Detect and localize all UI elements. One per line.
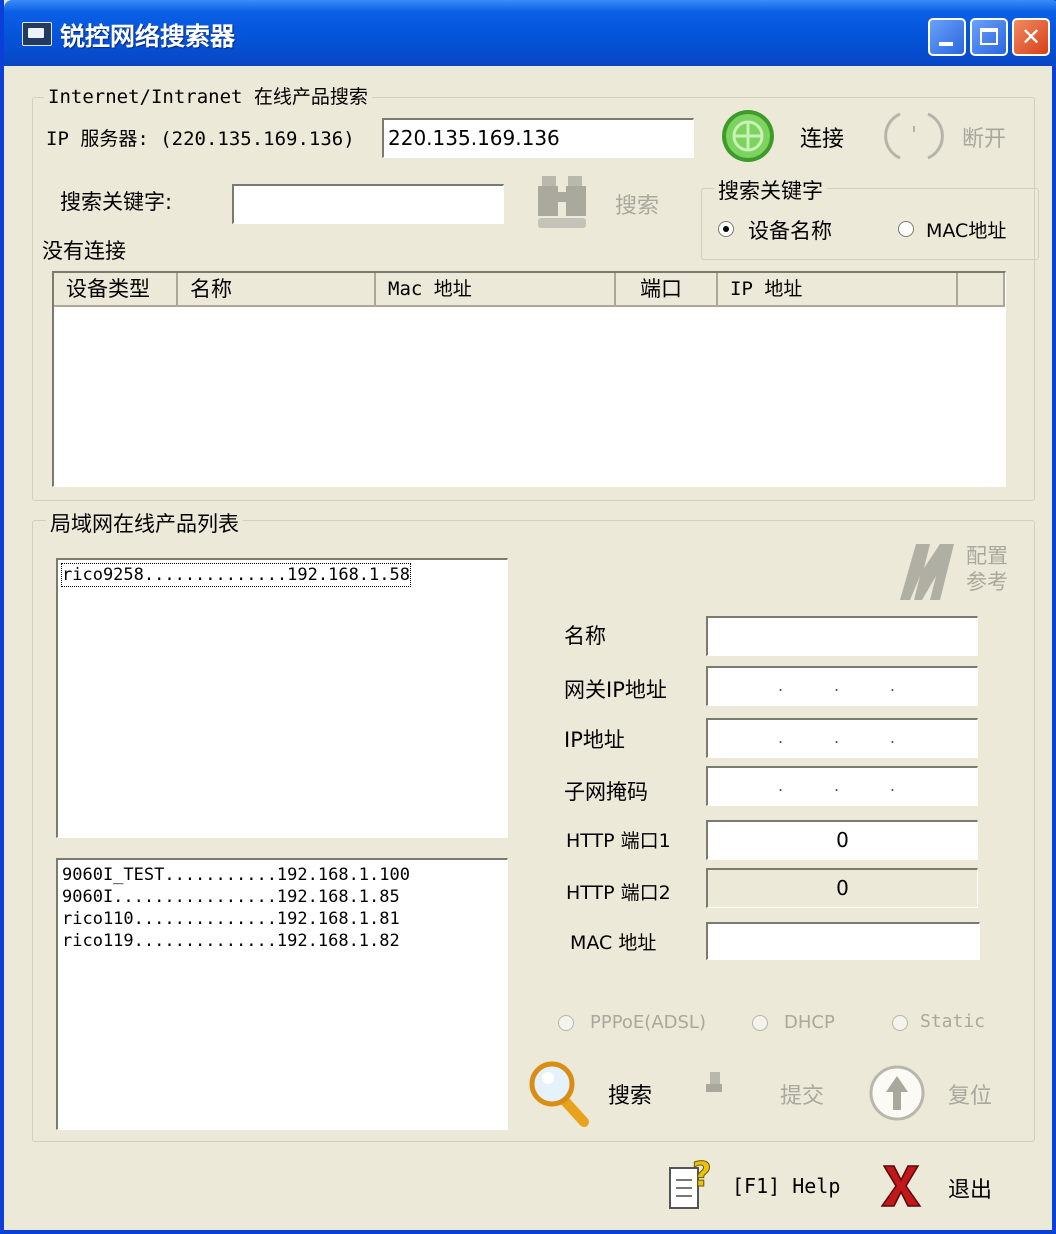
subnet-input[interactable]: . . . xyxy=(706,766,978,806)
device-name-radio[interactable] xyxy=(718,221,734,237)
mac-radio[interactable] xyxy=(898,221,914,237)
close-icon: ✕ xyxy=(1020,23,1042,51)
keyword-type-legend: 搜索关键字 xyxy=(714,175,827,205)
connect-globe-icon[interactable] xyxy=(720,108,776,164)
static-radio xyxy=(892,1015,908,1031)
maximize-button[interactable] xyxy=(970,18,1008,56)
app-icon xyxy=(22,22,52,46)
http-port2-input: 0 xyxy=(706,868,978,908)
ip-input[interactable]: . . . xyxy=(706,718,978,758)
http-port1-input[interactable]: 0 xyxy=(706,820,978,860)
static-radio-label: Static xyxy=(920,1011,986,1032)
help-icon[interactable]: ? xyxy=(666,1154,720,1214)
reset-label: 复位 xyxy=(948,1084,993,1109)
reset-up-arrow-icon xyxy=(869,1065,925,1121)
minimize-button[interactable] xyxy=(928,18,966,56)
svg-text:?: ? xyxy=(692,1155,712,1195)
ip-dot-separators: . . . xyxy=(778,728,895,747)
window-title: 锐控网络搜索器 xyxy=(60,22,236,51)
ip-dot-separators: . . . xyxy=(778,776,895,795)
column-port[interactable]: 端口 xyxy=(616,273,718,307)
device-name-radio-label[interactable]: 设备名称 xyxy=(748,215,832,245)
keyword-label: 搜索关键字: xyxy=(60,190,173,214)
mac-address-input[interactable] xyxy=(706,922,980,960)
pppoe-radio xyxy=(558,1015,574,1031)
lan-group-legend: 局域网在线产品列表 xyxy=(46,508,243,538)
submit-label: 提交 xyxy=(780,1084,825,1109)
gateway-input[interactable]: . . . xyxy=(706,666,978,706)
exit-x-icon[interactable] xyxy=(878,1162,924,1210)
dhcp-radio-label: DHCP xyxy=(784,1012,835,1033)
pppoe-radio-label: PPPoE(ADSL) xyxy=(590,1012,706,1033)
disconnect-icon xyxy=(884,112,944,160)
list-item[interactable]: 9060I_TEST...........192.168.1.100 xyxy=(62,864,410,886)
internet-search-label: 搜索 xyxy=(615,194,660,219)
internet-group-legend: Internet/Intranet 在线产品搜索 xyxy=(44,82,372,109)
lan-search-label[interactable]: 搜索 xyxy=(608,1078,652,1110)
disconnect-label: 断开 xyxy=(962,127,1007,152)
dhcp-radio xyxy=(752,1015,768,1031)
column-mac[interactable]: Mac 地址 xyxy=(376,273,616,307)
connection-status: 没有连接 xyxy=(42,239,126,263)
list-item[interactable]: rico110..............192.168.1.81 xyxy=(62,908,400,930)
column-device-type[interactable]: 设备类型 xyxy=(54,273,178,307)
close-button[interactable]: ✕ xyxy=(1012,18,1050,56)
binoculars-icon xyxy=(538,176,586,228)
ip-server-label: IP 服务器: (220.135.169.136) xyxy=(46,128,355,150)
list-item[interactable]: rico119..............192.168.1.82 xyxy=(62,930,400,952)
lan-list-bottom[interactable]: 9060I_TEST...........192.168.1.100 9060I… xyxy=(56,858,508,1130)
config-logo-icon xyxy=(900,544,954,600)
online-device-table[interactable]: 设备类型 名称 Mac 地址 端口 IP 地址 xyxy=(52,271,1006,487)
subnet-label: 子网掩码 xyxy=(564,780,648,804)
ip-dot-separators: . . . xyxy=(778,676,895,695)
column-extra[interactable] xyxy=(958,273,1005,307)
connect-label[interactable]: 连接 xyxy=(800,121,844,153)
exit-label[interactable]: 退出 xyxy=(948,1172,992,1204)
main-window: 锐控网络搜索器 ✕ Internet/Intranet 在线产品搜索 IP 服务… xyxy=(0,0,1056,1234)
title-bar[interactable]: 锐控网络搜索器 ✕ xyxy=(4,0,1056,66)
mac-address-label: MAC 地址 xyxy=(570,932,657,954)
list-item[interactable]: 9060I................192.168.1.85 xyxy=(62,886,400,908)
magnifier-icon[interactable] xyxy=(528,1060,592,1128)
http-port2-label: HTTP 端口2 xyxy=(566,882,671,904)
table-header: 设备类型 名称 Mac 地址 端口 IP 地址 xyxy=(54,273,1005,307)
name-label: 名称 xyxy=(564,624,606,648)
help-label[interactable]: [F1] Help xyxy=(732,1174,840,1198)
submit-icon xyxy=(706,1072,722,1092)
list-item[interactable]: rico9258..............192.168.1.58 xyxy=(61,563,411,587)
keyword-input[interactable] xyxy=(232,184,504,224)
name-input[interactable] xyxy=(706,616,978,656)
lan-list-top[interactable]: rico9258..............192.168.1.58 xyxy=(56,558,508,838)
column-ip[interactable]: IP 地址 xyxy=(718,273,958,307)
gateway-label: 网关IP地址 xyxy=(564,678,667,702)
ip-server-input[interactable]: 220.135.169.136 xyxy=(382,118,694,158)
http-port1-label: HTTP 端口1 xyxy=(566,830,671,852)
column-name[interactable]: 名称 xyxy=(178,273,376,307)
config-ref-label-2: 参考 xyxy=(966,570,1008,594)
mac-radio-label[interactable]: MAC地址 xyxy=(926,216,1006,243)
ip-label: IP地址 xyxy=(564,728,625,752)
